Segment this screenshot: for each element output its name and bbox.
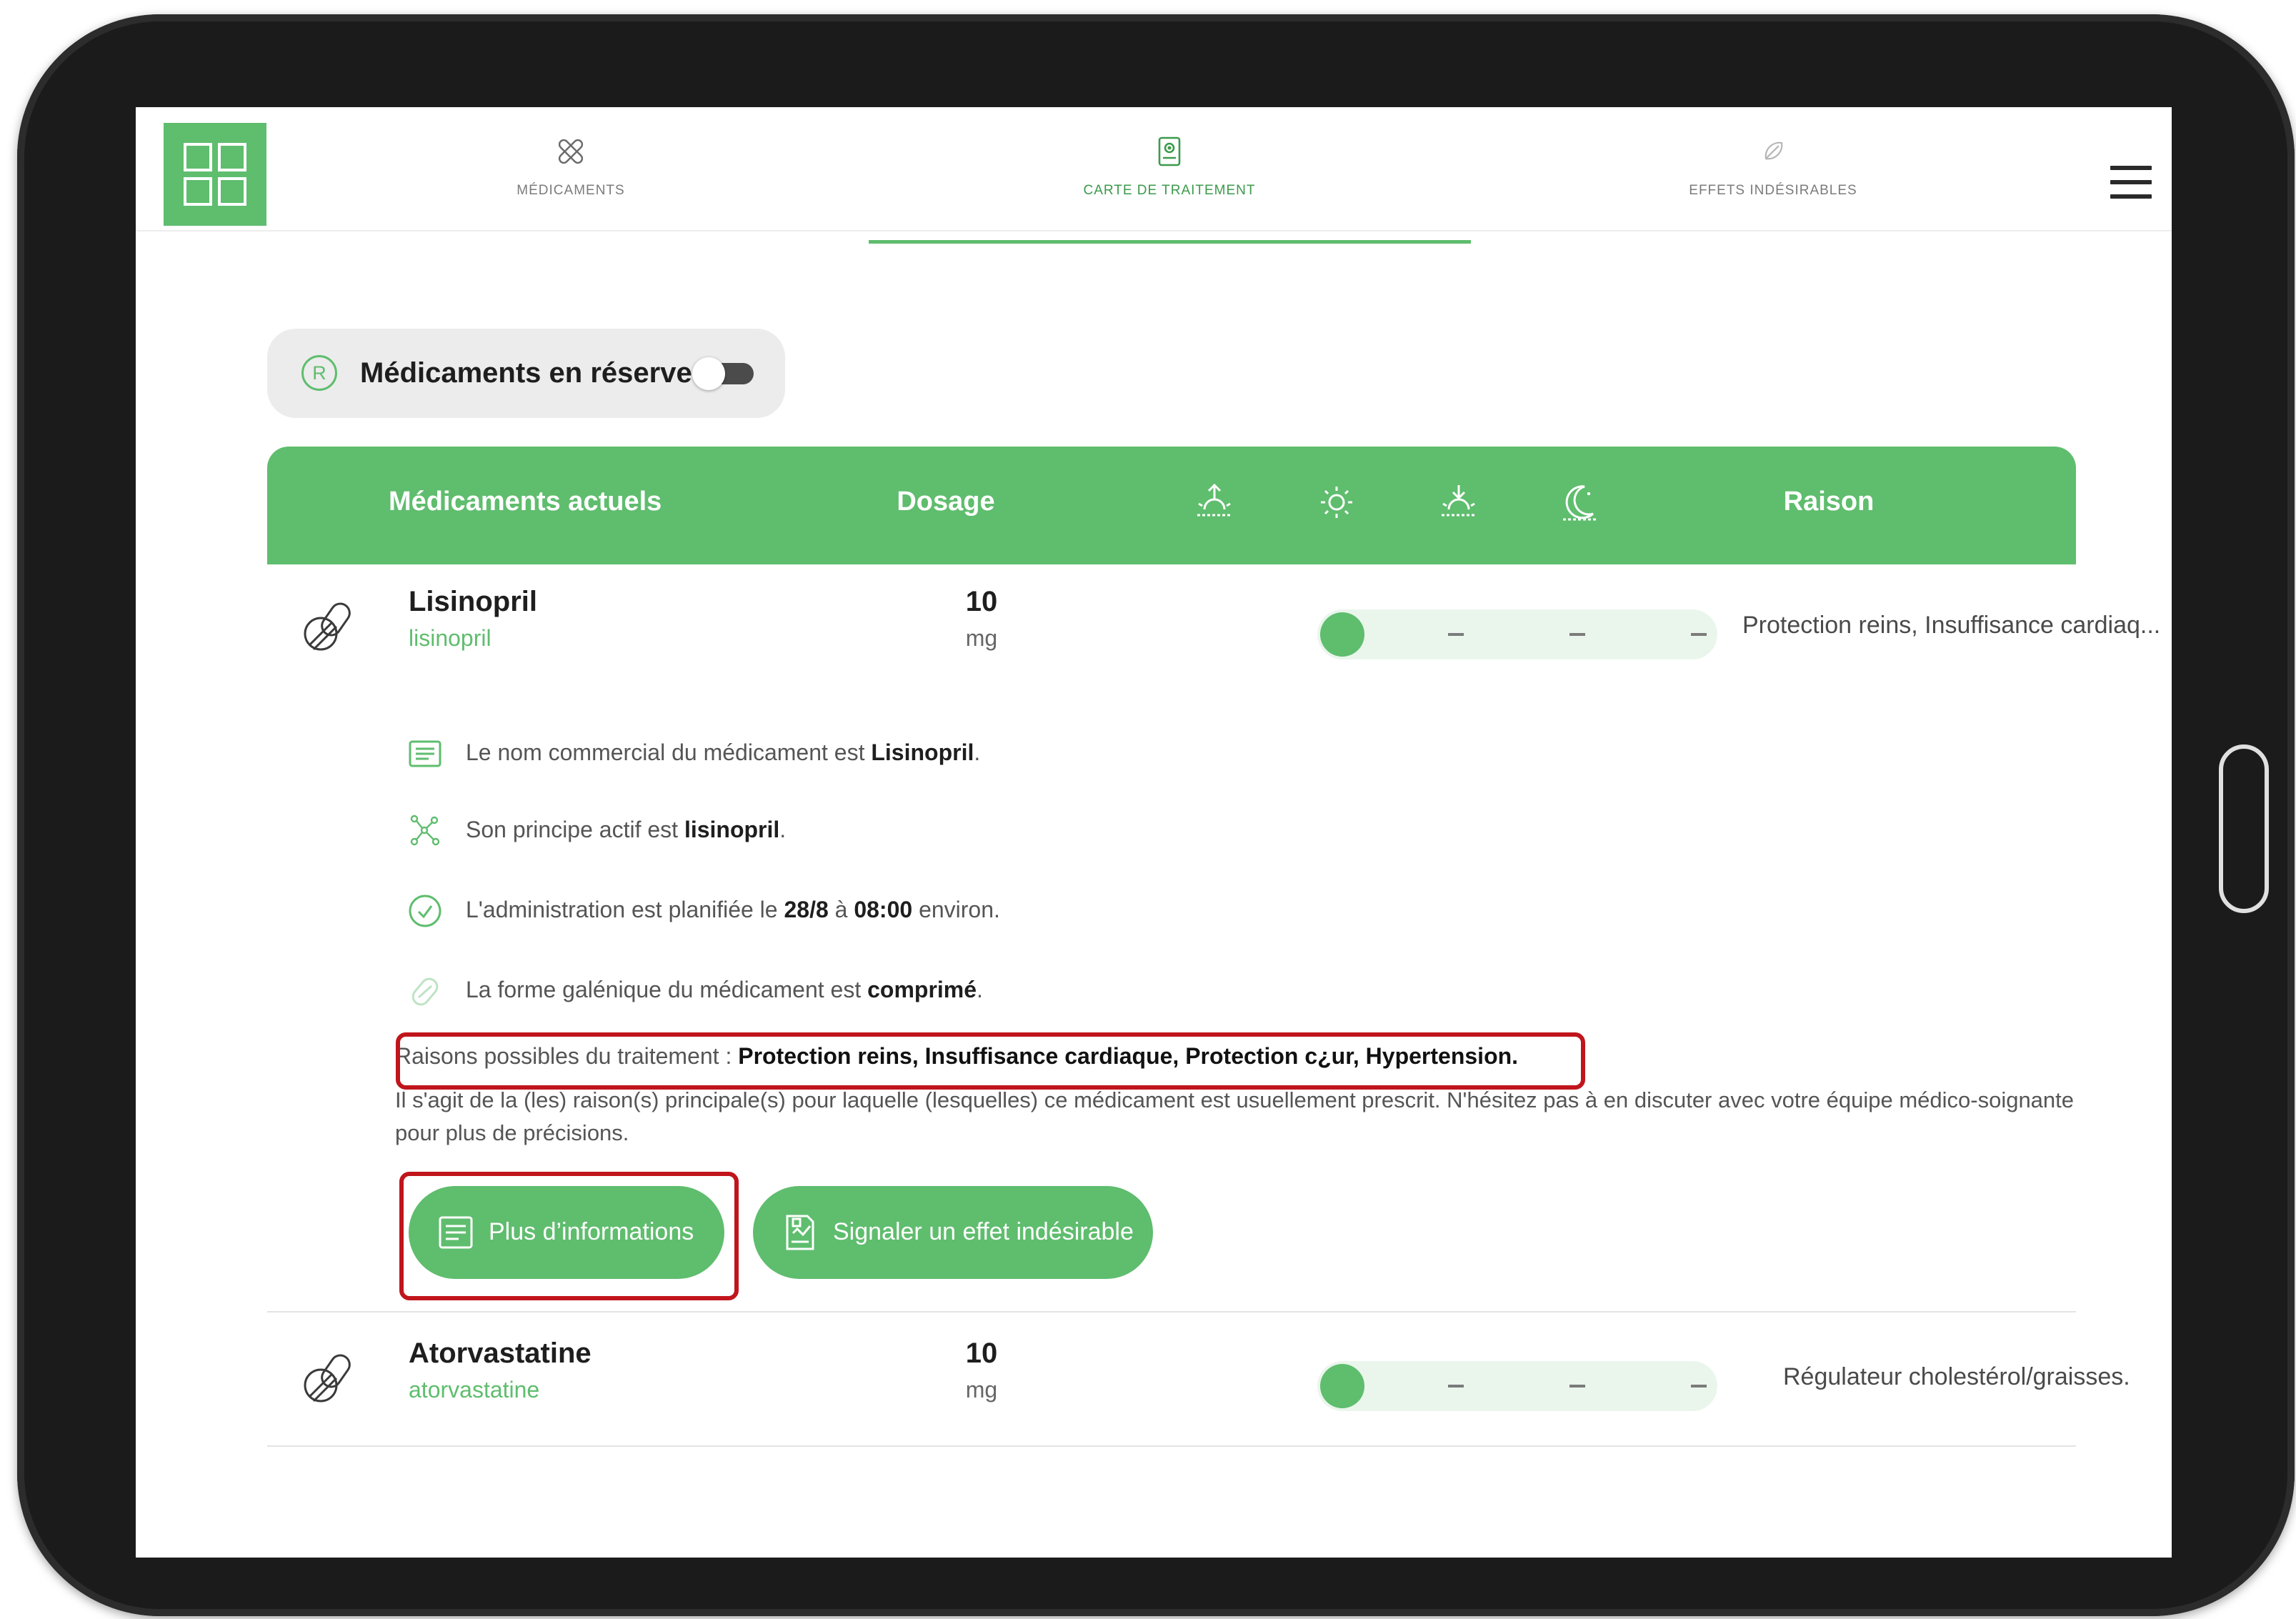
reserve-label: Médicaments en réserve	[360, 357, 692, 389]
tab-label: EFFETS INDÉSIRABLES	[1689, 183, 1857, 198]
schedule-track	[1317, 609, 1717, 659]
schedule-slot-noon-empty[interactable]	[1448, 1385, 1464, 1388]
sun-icon	[1321, 487, 1352, 518]
side-effect-icon	[1765, 141, 1783, 160]
medication-dose: 10	[965, 1337, 998, 1369]
toggle-knob	[692, 357, 725, 390]
home-button[interactable]	[2219, 744, 2269, 913]
tab-label: MÉDICAMENTS	[516, 183, 625, 198]
medication-row-atorvastatine[interactable]: Atorvastatine atorvastatine 10 mg Régula…	[267, 1316, 2130, 1438]
moon-icon	[1563, 485, 1597, 521]
detail-trade-name: Le nom commercial du médicament est Lisi…	[466, 739, 981, 765]
row-divider	[267, 1445, 2076, 1447]
clock-icon	[409, 895, 441, 927]
reserve-toggle-card: R Médicaments en réserve	[267, 329, 785, 418]
app-screen: MÉDICAMENTS CARTE DE TRAITEMENT EFFETS I…	[136, 107, 2172, 1558]
document-icon	[409, 740, 441, 767]
reserve-toggle-switch[interactable]	[692, 357, 754, 390]
pill-icon	[304, 602, 351, 651]
header-dosage: Dosage	[897, 487, 995, 517]
pill-icon	[304, 1354, 351, 1403]
active-tab-indicator	[869, 240, 1471, 244]
annotation-highlight-reasons	[396, 1032, 1585, 1090]
sunset-icon	[1442, 485, 1476, 517]
tablet-frame: MÉDICAMENTS CARTE DE TRAITEMENT EFFETS I…	[17, 14, 2295, 1616]
medication-generic-name: lisinopril	[409, 625, 491, 651]
medication-unit: mg	[965, 625, 998, 651]
schedule-slot-morning-done[interactable]	[1320, 612, 1364, 657]
pill-form-icon	[411, 977, 439, 1006]
top-nav: MÉDICAMENTS CARTE DE TRAITEMENT EFFETS I…	[136, 107, 2172, 244]
schedule-slot-morning-done[interactable]	[1320, 1364, 1364, 1408]
medication-reason: Régulateur cholestérol/graisses.	[1783, 1363, 2130, 1390]
detail-active-ingredient: Son principe actif est lisinopril.	[466, 817, 787, 842]
medication-unit: mg	[965, 1377, 998, 1403]
tab-carte-de-traitement[interactable]: CARTE DE TRAITEMENT	[969, 136, 1369, 199]
header-reason: Raison	[1783, 487, 1875, 517]
medication-name: Lisinopril	[409, 586, 537, 617]
tab-label: CARTE DE TRAITEMENT	[1083, 183, 1256, 198]
schedule-slot-noon-empty[interactable]	[1448, 633, 1464, 636]
treatment-card-icon	[1158, 136, 1181, 166]
schedule-slot-evening-empty[interactable]	[1569, 1385, 1585, 1388]
row-divider	[267, 1311, 2076, 1312]
hamburger-menu-icon[interactable]	[2110, 166, 2152, 199]
annotation-highlight-more-info	[399, 1172, 739, 1300]
medication-generic-name: atorvastatine	[409, 1377, 540, 1403]
schedule-slot-night-empty[interactable]	[1691, 633, 1707, 636]
detail-schedule: L'administration est planifiée le 28/8 à…	[466, 897, 1000, 922]
report-side-effect-button[interactable]: Signaler un effet indésirable	[753, 1186, 1153, 1279]
schedule-slot-evening-empty[interactable]	[1569, 633, 1585, 636]
report-form-icon	[786, 1215, 814, 1250]
header-current-medications: Médicaments actuels	[389, 487, 662, 517]
reasons-disclaimer: Il s'agit de la (les) raison(s) principa…	[395, 1087, 2075, 1145]
medication-reason: Protection reins, Insuffisance cardiaq..…	[1742, 612, 2161, 639]
medication-table-header: Médicaments actuels Dosage Raison	[267, 447, 2076, 564]
medication-name: Atorvastatine	[409, 1337, 592, 1369]
tab-medicaments[interactable]: MÉDICAMENTS	[371, 136, 771, 199]
medication-row-lisinopril[interactable]: Lisinopril lisinopril 10 mg Protection r…	[267, 564, 2160, 686]
sunrise-icon	[1197, 483, 1232, 517]
tab-effets-indesirables[interactable]: EFFETS INDÉSIRABLES	[1573, 136, 1973, 199]
detail-galenic-form: La forme galénique du médicament est com…	[466, 977, 983, 1002]
molecule-icon	[410, 815, 440, 846]
medication-dose: 10	[965, 586, 998, 617]
bandage-icon	[558, 139, 584, 164]
app-grid-icon[interactable]	[164, 123, 266, 226]
schedule-slot-night-empty[interactable]	[1691, 1385, 1707, 1388]
button-label: Signaler un effet indésirable	[833, 1218, 1134, 1245]
schedule-track	[1317, 1361, 1717, 1411]
reserve-badge-icon: R	[301, 355, 337, 391]
